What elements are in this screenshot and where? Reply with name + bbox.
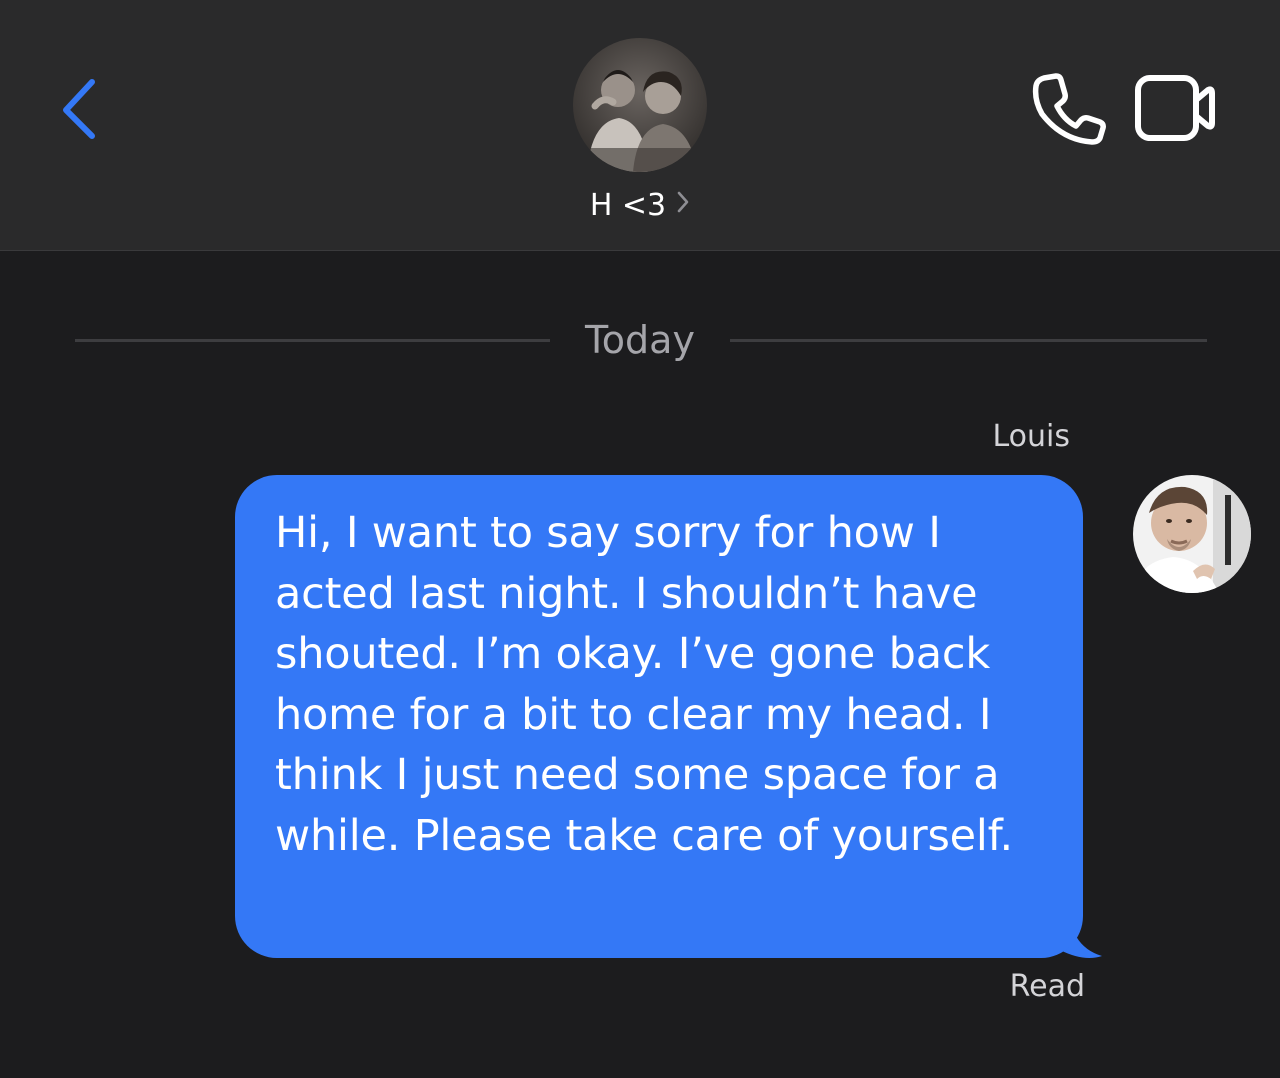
contact-avatar[interactable] bbox=[573, 38, 707, 172]
messages-screen: H <3 Today Louis Hi, I want to say sorry… bbox=[0, 0, 1280, 1078]
contact-name: H <3 bbox=[589, 188, 667, 223]
chevron-left-icon bbox=[63, 79, 95, 139]
date-divider-right bbox=[730, 339, 1207, 342]
conversation-header: H <3 bbox=[0, 0, 1280, 251]
date-label: Today bbox=[585, 318, 695, 362]
sender-avatar[interactable] bbox=[1133, 475, 1251, 593]
read-receipt: Read bbox=[1009, 969, 1085, 1004]
contact-avatar-photo bbox=[573, 38, 707, 172]
contact-name-button[interactable]: H <3 bbox=[0, 184, 1280, 228]
sender-name: Louis bbox=[992, 419, 1070, 454]
date-divider-left bbox=[75, 339, 550, 342]
audio-call-button[interactable] bbox=[1028, 68, 1108, 148]
sender-avatar-photo bbox=[1133, 475, 1251, 593]
back-button[interactable] bbox=[52, 70, 112, 150]
video-camera-icon bbox=[1135, 75, 1215, 141]
video-call-button[interactable] bbox=[1132, 72, 1222, 144]
phone-icon bbox=[1032, 73, 1106, 145]
message-text: Hi, I want to say sorry for how I acted … bbox=[275, 508, 1013, 861]
message-bubble[interactable]: Hi, I want to say sorry for how I acted … bbox=[235, 475, 1083, 958]
chevron-right-icon bbox=[676, 183, 690, 227]
